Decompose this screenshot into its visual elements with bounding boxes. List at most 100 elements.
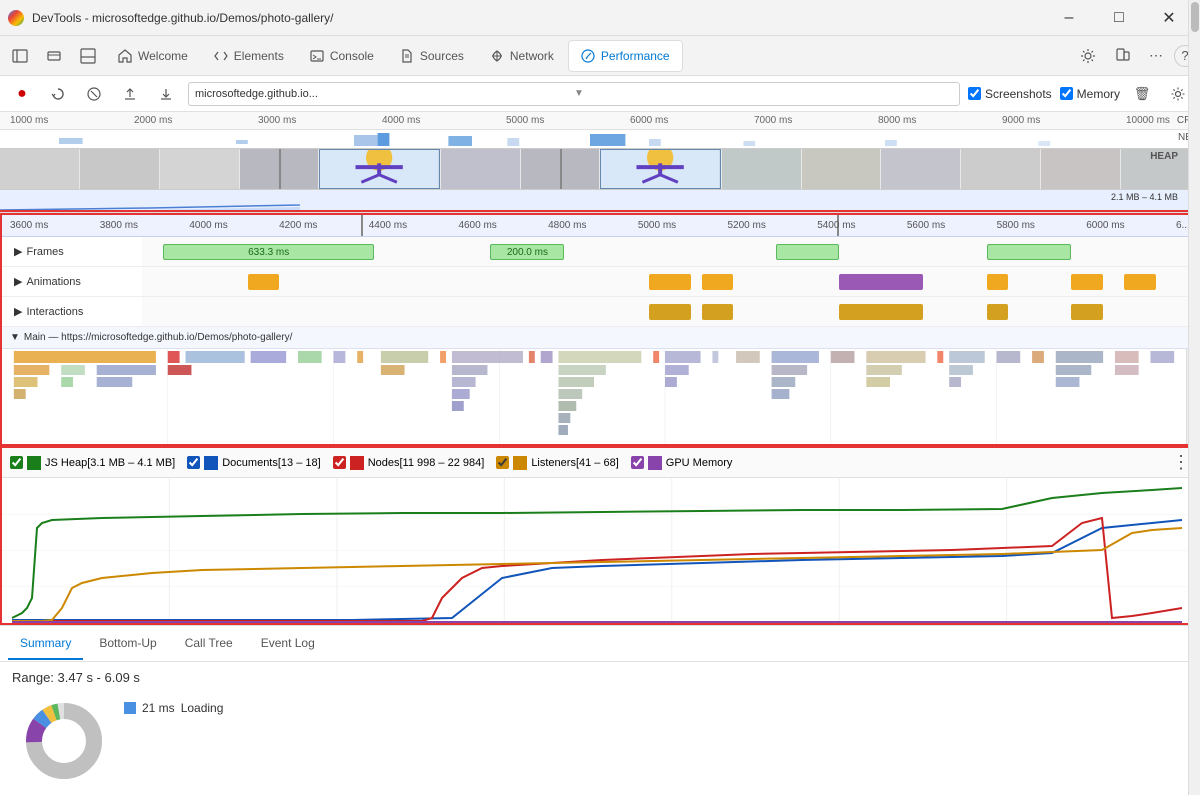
memory-checkbox-group[interactable]: Memory bbox=[1060, 87, 1120, 101]
anim-bar-3 bbox=[702, 274, 734, 290]
sidebar-toggle-button[interactable] bbox=[4, 40, 36, 72]
loading-label: Loading bbox=[181, 701, 224, 715]
record-button[interactable]: ● bbox=[8, 80, 36, 108]
main-timeline-section: 3600 ms3800 ms4000 ms4200 ms 4400 ms4600… bbox=[0, 213, 1200, 446]
gear-icon bbox=[1080, 48, 1096, 64]
anim-bar-purple bbox=[839, 274, 923, 290]
memory-chart bbox=[2, 478, 1198, 623]
anim-bar-6 bbox=[1124, 274, 1156, 290]
tab-network[interactable]: Network bbox=[478, 40, 566, 72]
ruler-3000: 3000 ms bbox=[258, 115, 296, 126]
gpu-memory-legend[interactable]: GPU Memory bbox=[631, 456, 733, 470]
bottom-panel: Summary Bottom-Up Call Tree Event Log Ra… bbox=[0, 625, 1200, 797]
screenshots-checkbox-group[interactable]: Screenshots bbox=[968, 87, 1052, 101]
bottom-content: Range: 3.47 s - 6.09 s bbox=[0, 662, 1200, 797]
tab-network-label: Network bbox=[510, 49, 554, 63]
js-heap-legend[interactable]: JS Heap[3.1 MB – 4.1 MB] bbox=[10, 456, 175, 470]
gear-button[interactable] bbox=[1072, 40, 1104, 72]
maximize-button[interactable]: □ bbox=[1096, 0, 1142, 36]
reload-button[interactable] bbox=[44, 80, 72, 108]
clear-icon bbox=[87, 87, 101, 101]
url-bar: microsoftedge.github.io... ▼ bbox=[188, 82, 960, 106]
memory-checkbox[interactable] bbox=[1060, 87, 1073, 100]
interactions-label[interactable]: ▶ Interactions bbox=[2, 305, 142, 318]
heap-label: HEAP bbox=[1150, 151, 1178, 162]
performance-toolbar: ● microsoftedge.github.io... ▼ Screensho… bbox=[0, 76, 1200, 112]
tab-sources[interactable]: Sources bbox=[388, 40, 476, 72]
interactions-row: ▶ Interactions bbox=[2, 297, 1198, 327]
memory-legend: JS Heap[3.1 MB – 4.1 MB] Documents[13 – … bbox=[2, 448, 1198, 478]
download-button[interactable] bbox=[152, 80, 180, 108]
selection-handle-left[interactable] bbox=[361, 215, 363, 236]
tab-call-tree[interactable]: Call Tree bbox=[173, 628, 245, 660]
new-tab-group-button[interactable] bbox=[38, 40, 70, 72]
device-icon bbox=[1114, 48, 1130, 64]
tab-console[interactable]: Console bbox=[298, 40, 386, 72]
heap-overview: 2.1 MB – 4.1 MB bbox=[0, 190, 1200, 212]
listeners-legend[interactable]: Listeners[41 – 68] bbox=[496, 456, 618, 470]
gpu-memory-checkbox[interactable] bbox=[631, 456, 644, 469]
nodes-checkbox[interactable] bbox=[333, 456, 346, 469]
clear-button[interactable] bbox=[80, 80, 108, 108]
tab-performance[interactable]: Performance bbox=[568, 40, 683, 72]
screenshots-strip: HEAP bbox=[0, 148, 1200, 190]
ruler-6000: 6000 ms bbox=[630, 115, 668, 126]
documents-checkbox[interactable] bbox=[187, 456, 200, 469]
documents-legend[interactable]: Documents[13 – 18] bbox=[187, 456, 320, 470]
tab-event-log[interactable]: Event Log bbox=[249, 628, 327, 660]
frames-content: 633.3 ms 200.0 ms bbox=[142, 237, 1198, 266]
nodes-label: Nodes[11 998 – 22 984] bbox=[368, 457, 485, 469]
ruler-8000: 8000 ms bbox=[878, 115, 916, 126]
flame-chart: ▼ bbox=[2, 349, 1198, 444]
tab-welcome[interactable]: Welcome bbox=[106, 40, 200, 72]
animations-label[interactable]: ▶ Animations bbox=[2, 275, 142, 288]
interact-bar-4 bbox=[987, 304, 1008, 320]
ruler-9000: 9000 ms bbox=[1002, 115, 1040, 126]
bottom-panel-scrollbar[interactable] bbox=[1188, 0, 1200, 795]
tab-elements[interactable]: Elements bbox=[202, 40, 296, 72]
device-toolbar-button[interactable] bbox=[1106, 40, 1138, 72]
minimize-button[interactable]: – bbox=[1046, 0, 1092, 36]
more-tools-button[interactable]: ⋯ bbox=[1140, 40, 1172, 72]
tab-summary[interactable]: Summary bbox=[8, 628, 83, 660]
download-icon bbox=[159, 87, 173, 101]
nodes-legend[interactable]: Nodes[11 998 – 22 984] bbox=[333, 456, 485, 470]
settings-icon bbox=[1171, 87, 1185, 101]
close-button[interactable]: ✕ bbox=[1146, 0, 1192, 36]
cpu-chart bbox=[0, 130, 1180, 146]
title-bar-controls: – □ ✕ bbox=[1046, 0, 1192, 36]
upload-button[interactable] bbox=[116, 80, 144, 108]
selection-handle-right[interactable] bbox=[837, 215, 839, 236]
bottom-scrollbar-thumb bbox=[1191, 2, 1199, 32]
interact-bar-1 bbox=[649, 304, 691, 320]
ruler-7000: 7000 ms bbox=[754, 115, 792, 126]
ruler-4000: 4000 ms bbox=[382, 115, 420, 126]
home-icon bbox=[118, 49, 132, 63]
frame-bar-4 bbox=[987, 244, 1071, 260]
loading-color bbox=[124, 702, 136, 714]
console-icon bbox=[310, 49, 324, 63]
gpu-memory-color bbox=[648, 456, 662, 470]
listeners-checkbox[interactable] bbox=[496, 456, 509, 469]
interactions-text: Interactions bbox=[26, 306, 83, 318]
heap-range-label: 2.1 MB – 4.1 MB bbox=[1111, 192, 1178, 202]
documents-color bbox=[204, 456, 218, 470]
bottom-tabs: Summary Bottom-Up Call Tree Event Log bbox=[0, 626, 1200, 662]
screenshots-checkbox[interactable] bbox=[968, 87, 981, 100]
delete-recording-button[interactable]: 🗑 bbox=[1128, 80, 1156, 108]
js-heap-checkbox[interactable] bbox=[10, 456, 23, 469]
frames-label[interactable]: ▶ Frames bbox=[2, 245, 142, 258]
sources-icon bbox=[400, 49, 414, 63]
panel-toggle-button[interactable] bbox=[72, 40, 104, 72]
donut-svg bbox=[24, 701, 104, 781]
donut-chart bbox=[24, 701, 104, 781]
summary-area: 21 ms Loading bbox=[12, 693, 1188, 789]
network-icon bbox=[490, 49, 504, 63]
range-text: Range: 3.47 s - 6.09 s bbox=[12, 670, 1188, 685]
tab-bottom-up[interactable]: Bottom-Up bbox=[87, 628, 168, 660]
performance-icon bbox=[581, 49, 595, 63]
anim-bar-2 bbox=[649, 274, 691, 290]
reload-icon bbox=[51, 87, 65, 101]
listeners-color bbox=[513, 456, 527, 470]
animations-text: Animations bbox=[26, 276, 80, 288]
